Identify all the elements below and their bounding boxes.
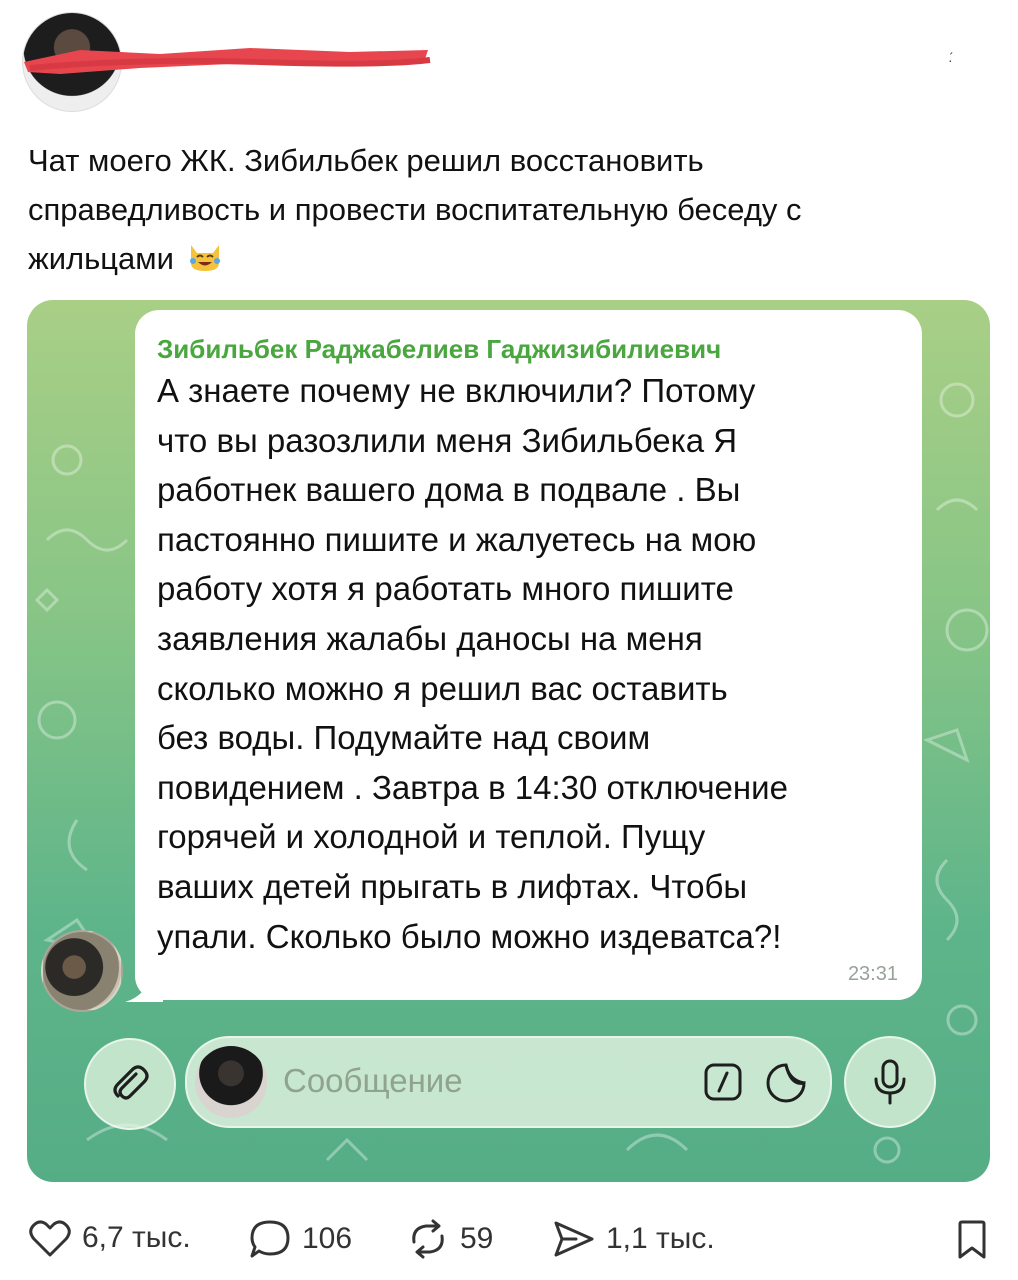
- sender-avatar[interactable]: [41, 930, 123, 1012]
- message-line: заявления жалабы даносы на меня: [157, 619, 703, 657]
- caption-line: справедливость и провести воспитательную…: [28, 192, 802, 227]
- attach-button[interactable]: [84, 1038, 176, 1130]
- repost-icon: [412, 1219, 444, 1259]
- message-input-bar: Сообщение: [27, 1028, 990, 1130]
- message-line: упали. Сколько было можно издеватса?!: [157, 917, 782, 955]
- message-time: 23:31: [847, 963, 898, 985]
- caption-text: жильцами: [28, 241, 174, 276]
- paperclip-icon: [113, 1065, 149, 1100]
- message-line: что вы разозлили меня Зибильбека Я: [157, 421, 738, 459]
- message-bubble[interactable]: Зибильбек Раджабелиев Гаджизибилиевич А …: [135, 310, 922, 1000]
- message-line: сколько можно я решил вас оставить: [157, 669, 728, 707]
- bookmark-button[interactable]: [955, 1220, 989, 1265]
- bookmark-icon: [958, 1220, 986, 1259]
- post-header: ·́: [0, 0, 1018, 125]
- repost-button[interactable]: 59: [406, 1218, 493, 1260]
- caption-line: Чат моего ЖК. Зибильбек решил восстанови…: [28, 143, 704, 178]
- sticker-icon[interactable]: [765, 1062, 807, 1104]
- share-arrow-icon: [554, 1221, 594, 1257]
- comment-bubble-icon: [250, 1220, 290, 1258]
- reposts-count: 59: [460, 1222, 494, 1255]
- message-line: без воды. Подумайте над своим: [157, 719, 651, 757]
- sender-name[interactable]: Зибильбек Раджабелиев Гаджизибилиевич: [157, 334, 721, 365]
- microphone-icon: [874, 1059, 906, 1105]
- message-line: А знаете почему не включили? Потому: [157, 372, 756, 409]
- message-line: ваших детей прыгать в лифтах. Чтобы: [157, 867, 748, 905]
- caption-line: жильцами: [28, 234, 988, 283]
- microphone-button[interactable]: [844, 1036, 936, 1128]
- telegram-chat-screenshot: Зибильбек Раджабелиев Гаджизибилиевич А …: [27, 300, 990, 1182]
- share-button[interactable]: 1,1 тыс.: [552, 1218, 715, 1260]
- heart-icon: [29, 1220, 71, 1257]
- message-line: горячей и холодной и теплой. Пущу: [157, 818, 706, 856]
- message-line: пастоянно пишите и жалуетесь на мою: [157, 520, 757, 558]
- message-line: повидением . Завтра в 14:30 отключение: [157, 768, 788, 806]
- redacted-author-name: [24, 48, 431, 74]
- send-as-avatar[interactable]: [195, 1046, 267, 1118]
- post-caption: Чат моего ЖК. Зибильбек решил восстанови…: [28, 136, 988, 283]
- likes-count: 6,7 тыс.: [82, 1221, 191, 1254]
- crying-laughing-cat-emoji-icon: [189, 245, 220, 271]
- more-options-icon[interactable]: ·́: [948, 52, 968, 68]
- comment-button[interactable]: 106: [248, 1218, 352, 1260]
- message-input[interactable]: Сообщение: [185, 1036, 832, 1128]
- like-button[interactable]: 6,7 тыс.: [28, 1218, 191, 1258]
- message-line: работу хотя я работать много пишите: [157, 570, 734, 608]
- message-input-placeholder: Сообщение: [283, 1062, 463, 1099]
- post-actions: 6,7 тыс. 106 59 1,1 тыс.: [0, 1210, 1018, 1266]
- shares-count: 1,1 тыс.: [606, 1222, 715, 1255]
- slash-command-icon[interactable]: [703, 1062, 743, 1102]
- comments-count: 106: [302, 1222, 353, 1255]
- message-line: работнек вашего дома в подвале . Вы: [157, 471, 741, 509]
- message-text: А знаете почему не включили? Потому что …: [157, 366, 897, 961]
